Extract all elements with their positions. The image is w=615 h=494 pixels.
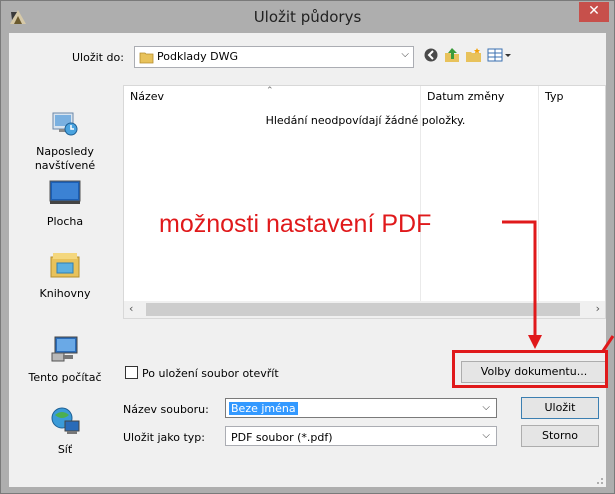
place-libraries-label: Knihovny — [39, 287, 91, 300]
desktop-icon — [49, 180, 81, 204]
back-icon[interactable] — [423, 47, 441, 63]
annotation-text: možnosti nastavení PDF — [159, 210, 432, 238]
filetype-label: Uložit jako typ: — [123, 431, 205, 444]
places-bar: Naposledy navštívené Plocha Knihovny Ten… — [9, 77, 121, 487]
window-title: Uložit půdorys — [253, 8, 362, 26]
cancel-button[interactable]: Storno — [521, 425, 599, 447]
column-header-date[interactable]: Datum změny — [421, 86, 538, 108]
empty-list-message: Hledání neodpovídají žádné položky. — [265, 114, 466, 127]
chevron-down-icon[interactable]: ⌵ — [482, 402, 490, 413]
file-list-view[interactable]: Název ⌃ Datum změny Typ Hledání neodpoví… — [123, 85, 606, 319]
resize-grip-icon[interactable] — [594, 475, 604, 485]
open-after-save-label: Po uložení soubor otevřít — [142, 367, 279, 380]
place-recent-line2: navštívené — [34, 159, 96, 172]
highlight-box — [452, 350, 608, 388]
computer-icon — [51, 336, 78, 362]
filename-value: Beze jména — [229, 402, 298, 415]
title-bar[interactable]: Uložit půdorys ✕ — [1, 1, 614, 33]
up-folder-icon[interactable] — [443, 47, 461, 63]
filetype-value: PDF soubor (*.pdf) — [231, 431, 333, 444]
open-after-save-checkbox[interactable] — [125, 366, 138, 379]
horizontal-scrollbar[interactable]: ‹ › — [124, 301, 605, 318]
chevron-down-icon: ⌵ — [401, 49, 409, 60]
place-network-label: Síť — [57, 443, 73, 456]
network-icon — [51, 407, 80, 434]
dialog-client-area: Uložit do: Podklady DWG ⌵ Naposledy navš… — [9, 33, 607, 487]
place-recent[interactable]: Naposledy navštívené — [9, 107, 121, 173]
save-button[interactable]: Uložit — [521, 397, 599, 419]
column-header-type[interactable]: Typ — [539, 86, 607, 108]
save-dialog-window: Uložit půdorys ✕ Uložit do: Podklady DWG… — [0, 0, 615, 494]
filetype-select[interactable]: PDF soubor (*.pdf) ⌵ — [225, 426, 497, 446]
place-recent-line1: Naposledy — [36, 145, 94, 158]
save-in-value: Podklady DWG — [157, 50, 238, 63]
filename-label: Název souboru: — [123, 403, 209, 416]
place-computer[interactable]: Tento počítač — [9, 333, 121, 385]
close-button[interactable]: ✕ — [579, 2, 609, 22]
folder-icon — [139, 52, 154, 64]
libraries-icon — [50, 253, 80, 278]
place-network[interactable]: Síť — [9, 405, 121, 457]
place-desktop-label: Plocha — [46, 215, 84, 228]
place-desktop[interactable]: Plocha — [9, 177, 121, 229]
filename-input[interactable]: Beze jména ⌵ — [225, 398, 497, 418]
save-in-label: Uložit do: — [72, 51, 124, 64]
new-folder-icon[interactable] — [465, 47, 483, 63]
place-libraries[interactable]: Knihovny — [9, 249, 121, 301]
scroll-left-icon[interactable]: ‹ — [129, 302, 133, 315]
save-in-combo[interactable]: Podklady DWG ⌵ — [134, 46, 414, 68]
scrollbar-thumb[interactable] — [146, 303, 580, 316]
sort-arrow-icon: ⌃ — [266, 86, 274, 96]
view-menu-icon[interactable] — [487, 47, 513, 63]
chevron-down-icon[interactable]: ⌵ — [482, 430, 490, 441]
scroll-right-icon[interactable]: › — [596, 302, 600, 315]
place-computer-label: Tento počítač — [28, 371, 102, 384]
recent-places-icon — [52, 112, 78, 136]
